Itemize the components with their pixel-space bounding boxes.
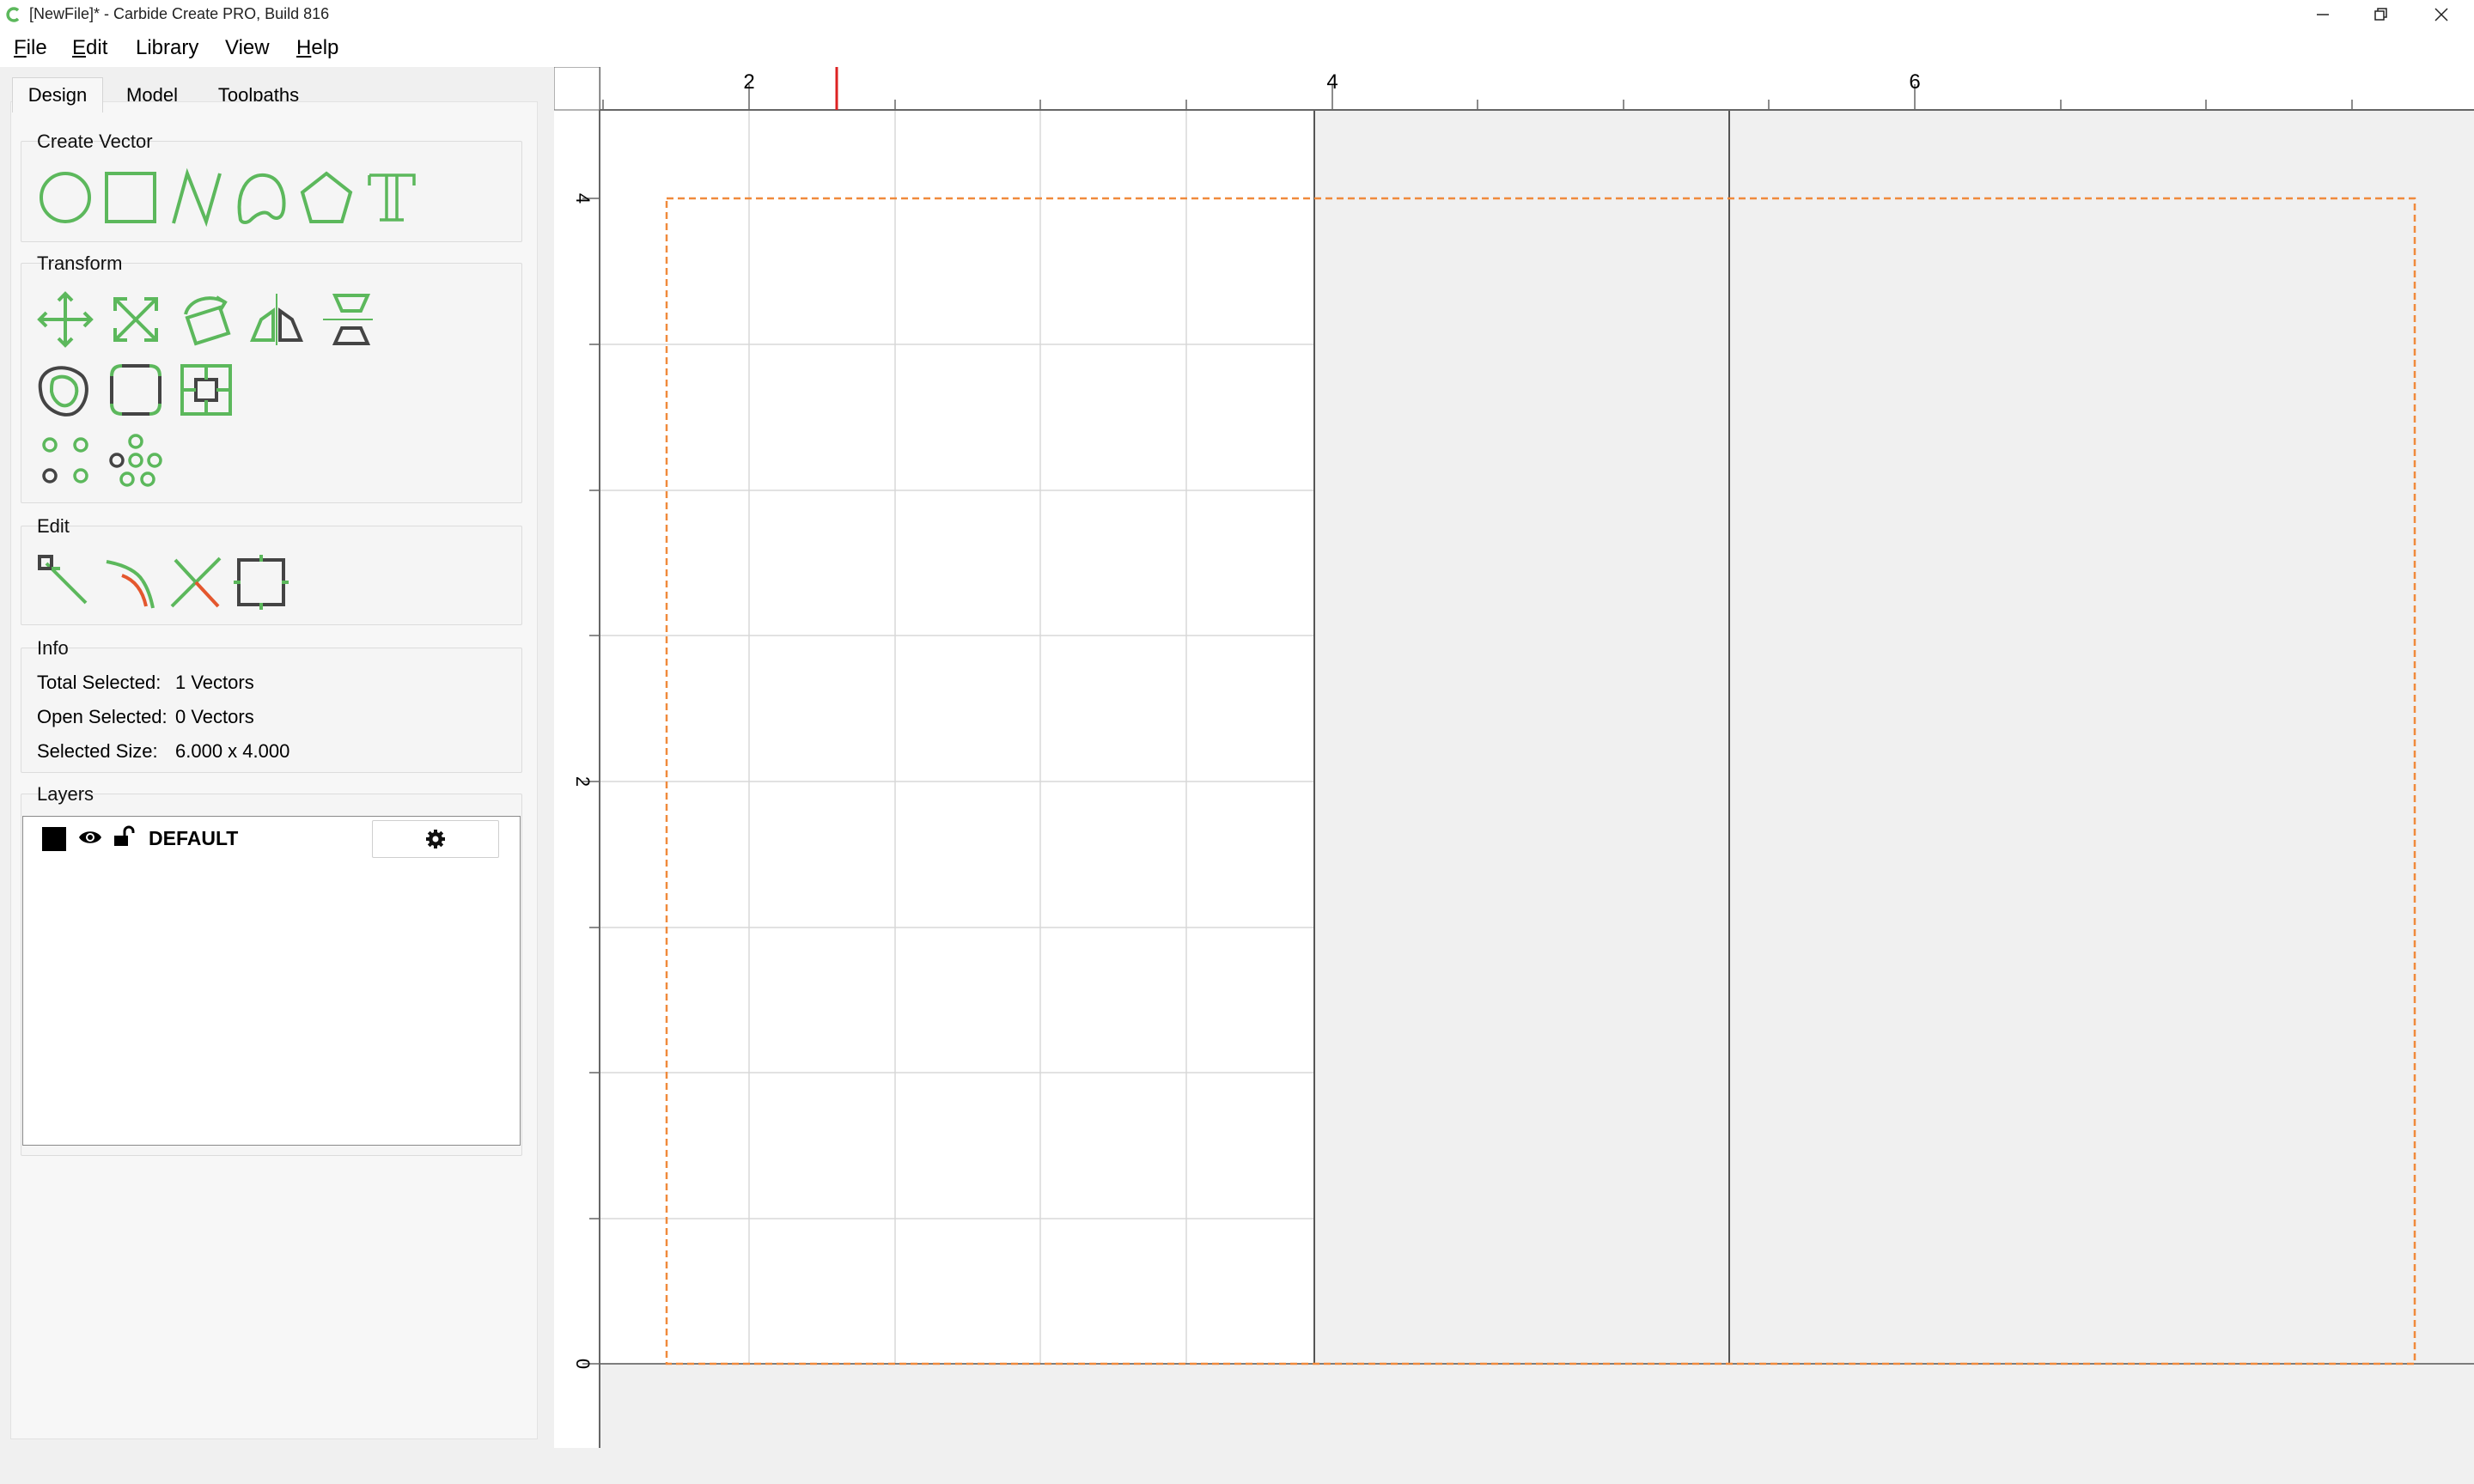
mirror-icon[interactable]	[246, 289, 308, 350]
menu-view[interactable]: View	[225, 36, 270, 60]
ruler-y-label: 0	[572, 1359, 594, 1369]
layers-list: DEFAULT	[22, 816, 521, 1146]
selected-size-label: Selected Size:	[37, 740, 158, 762]
node-edit-icon[interactable]	[34, 551, 96, 613]
app-icon	[6, 7, 20, 22]
menu-help[interactable]: Help	[296, 36, 338, 60]
scale-icon[interactable]	[105, 289, 167, 350]
close-icon	[2434, 8, 2448, 21]
total-selected-value: 1 Vectors	[175, 672, 254, 693]
total-selected-label: Total Selected:	[37, 672, 161, 693]
fillet-icon[interactable]	[105, 359, 167, 421]
layer-settings-button[interactable]	[372, 820, 499, 858]
trim-icon[interactable]	[165, 551, 227, 613]
eye-icon[interactable]	[78, 828, 102, 847]
restore-icon	[2374, 8, 2387, 21]
edit-title: Edit	[37, 515, 70, 537]
text-icon[interactable]	[361, 167, 423, 228]
offset-icon[interactable]	[34, 359, 96, 421]
layer-color-swatch[interactable]	[42, 827, 66, 851]
minimize-icon	[2317, 14, 2329, 15]
ruler-x-label: 6	[1909, 70, 1920, 94]
ruler-x-label: 2	[743, 70, 754, 94]
tab-design[interactable]: Design	[12, 77, 103, 113]
layer-name: DEFAULT	[149, 827, 239, 849]
join-icon[interactable]	[100, 551, 161, 613]
workspace-area	[1314, 110, 2474, 1364]
gear-icon	[426, 830, 445, 848]
polyline-icon[interactable]	[165, 167, 227, 228]
ruler-x-label: 4	[1326, 70, 1338, 94]
open-selected-label: Open Selected:	[37, 706, 168, 727]
boundary-icon[interactable]	[175, 359, 237, 421]
design-canvas[interactable]: 2 4 6 4 2 0	[554, 67, 2474, 1448]
menu-edit[interactable]: Edit	[72, 36, 107, 60]
open-selected-value: 0 Vectors	[175, 706, 254, 727]
circle-icon[interactable]	[34, 167, 96, 228]
minimize-button[interactable]	[2295, 0, 2350, 29]
selected-size-value: 6.000 x 4.000	[175, 740, 290, 762]
polygon-icon[interactable]	[296, 167, 357, 228]
info-title: Info	[37, 637, 69, 659]
align-icon[interactable]	[316, 289, 378, 350]
workspace-bottom	[554, 1364, 2474, 1448]
rotate-icon[interactable]	[175, 289, 237, 350]
move-icon[interactable]	[34, 289, 96, 350]
menu-file[interactable]: File	[14, 36, 47, 60]
layers-title: Layers	[37, 783, 94, 805]
linear-array-icon[interactable]	[34, 429, 96, 491]
window-title: [NewFile]* - Carbide Create PRO, Build 8…	[29, 5, 330, 22]
unlock-icon[interactable]	[113, 825, 135, 848]
bounding-box-icon[interactable]	[230, 551, 292, 613]
ruler-corner	[554, 67, 600, 111]
stock-area	[600, 110, 1314, 1364]
menu-bar: File Edit Library View Help	[0, 29, 2474, 67]
restore-button[interactable]	[2354, 0, 2409, 29]
ruler-y-label: 4	[572, 193, 594, 204]
ruler-y-label: 2	[572, 776, 594, 787]
title-bar: [NewFile]* - Carbide Create PRO, Build 8…	[0, 0, 2474, 29]
top-ruler	[554, 67, 2474, 110]
menu-library[interactable]: Library	[136, 36, 198, 60]
rectangle-icon[interactable]	[100, 167, 161, 228]
layer-row[interactable]: DEFAULT	[23, 817, 520, 861]
create-vector-title: Create Vector	[37, 131, 153, 152]
close-button[interactable]	[2414, 0, 2469, 29]
circular-array-icon[interactable]	[105, 429, 167, 491]
transform-title: Transform	[37, 252, 123, 274]
curve-icon[interactable]	[230, 167, 292, 228]
